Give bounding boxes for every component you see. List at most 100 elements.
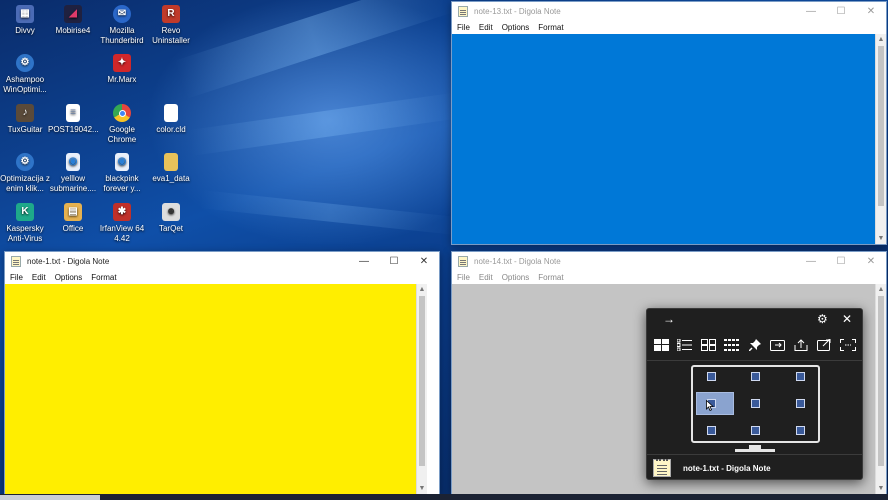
window-titlebar[interactable]: note-1.txt - Digola Note — ☐ ✕ [5, 252, 439, 270]
menu-edit[interactable]: Edit [32, 273, 46, 282]
desktop-icon-post[interactable]: ≡ POST19042... [48, 104, 99, 135]
window-titlebar[interactable]: note-14.txt - Digola Note — ☐ ✕ [452, 252, 886, 270]
grid-cell[interactable] [751, 426, 760, 435]
gear-icon[interactable]: ⚙ [817, 312, 828, 326]
note-text-area[interactable] [5, 284, 418, 494]
grid-layout-icon[interactable] [653, 338, 670, 352]
desktop-icon-colorcld[interactable]: color.cld [146, 104, 196, 135]
desktop-icon-label: Revo Uninstaller [152, 26, 190, 45]
desktop-icon-label: Ashampoo WinOptimi... [3, 75, 47, 94]
revo-uninstaller-icon: R [162, 5, 180, 23]
arrow-right-icon[interactable]: → [663, 312, 675, 326]
panel-divider [647, 360, 862, 361]
menu-edit[interactable]: Edit [479, 23, 493, 32]
chrome-icon [113, 104, 131, 122]
desktop-icon-label: Mr.Marx [107, 75, 137, 84]
file-icon [164, 104, 178, 122]
desktop-icon-irfanview[interactable]: ✱ IrfanView 64 4.42 [97, 203, 147, 244]
vertical-scrollbar[interactable]: ▲ ▼ [875, 284, 886, 494]
menu-options[interactable]: Options [502, 273, 530, 282]
split-layout-icon[interactable] [700, 338, 717, 352]
move-to-monitor-icon[interactable] [769, 338, 786, 352]
desktop-icon-yelllow[interactable]: ◉ yelllow submarine.... [48, 153, 98, 194]
dots-grid-icon[interactable] [723, 338, 740, 352]
close-button[interactable]: ✕ [856, 2, 886, 20]
menu-file[interactable]: File [10, 273, 23, 282]
desktop-icon-tarqet[interactable]: ☻ TarQet [146, 203, 196, 234]
upload-icon[interactable] [793, 338, 810, 352]
scroll-down-arrow[interactable]: ▼ [417, 483, 427, 494]
maximize-button[interactable]: ☐ [379, 252, 409, 270]
scroll-thumb[interactable] [878, 296, 884, 466]
ashampoo-icon: ⚙ [16, 54, 34, 72]
menu-format[interactable]: Format [91, 273, 116, 282]
taskbar-strip [0, 494, 888, 500]
desktop-icon-eva1[interactable]: eva1_data [146, 153, 196, 184]
grid-cell[interactable] [796, 426, 805, 435]
desktop-icon-thunderbird[interactable]: ✉ Mozilla Thunderbird [97, 5, 147, 46]
menu-format[interactable]: Format [538, 273, 563, 282]
window-note-13[interactable]: note-13.txt - Digola Note — ☐ ✕ File Edi… [451, 1, 887, 245]
pin-icon[interactable] [746, 338, 763, 352]
media-file-icon: ◉ [115, 153, 129, 171]
maximize-button[interactable]: ☐ [826, 2, 856, 20]
menu-edit[interactable]: Edit [479, 273, 493, 282]
desktop-icon-kaspersky[interactable]: K Kaspersky Anti-Virus [0, 203, 50, 244]
monitor-base [735, 449, 775, 452]
grid-cell[interactable] [751, 372, 760, 381]
desktop-icon-mrmarx[interactable]: ✦ Mr.Marx [97, 54, 147, 85]
window-titlebar[interactable]: note-13.txt - Digola Note — ☐ ✕ [452, 2, 886, 20]
close-button[interactable]: ✕ [409, 252, 439, 270]
checklist-icon[interactable] [676, 338, 693, 352]
scroll-up-arrow[interactable]: ▲ [876, 284, 886, 295]
desktop-icon-label: Mozilla Thunderbird [100, 26, 144, 45]
menu-file[interactable]: File [457, 273, 470, 282]
close-button[interactable]: ✕ [856, 252, 886, 270]
fullscreen-icon[interactable] [839, 338, 856, 352]
desktop-icon-mobirise[interactable]: ◢ Mobirise4 [48, 5, 98, 36]
desktop-icon-ashampoo[interactable]: ⚙ Ashampoo WinOptimi... [0, 54, 50, 95]
menu-file[interactable]: File [457, 23, 470, 32]
desktop-icon-label: TarQet [158, 224, 183, 233]
grid-cell[interactable] [796, 399, 805, 408]
scroll-down-arrow[interactable]: ▼ [876, 483, 886, 494]
folder-file-icon [164, 153, 178, 171]
maximize-button[interactable]: ☐ [826, 252, 856, 270]
divvy-icon: ▦ [16, 5, 34, 23]
scroll-up-arrow[interactable]: ▲ [417, 284, 427, 295]
window-title: note-1.txt - Digola Note [27, 256, 110, 266]
scroll-thumb[interactable] [878, 46, 884, 206]
desktop-icon-divvy[interactable]: ▦ Divvy [0, 5, 50, 36]
scroll-up-arrow[interactable]: ▲ [876, 34, 886, 45]
grid-cell[interactable] [796, 372, 805, 381]
grid-cell[interactable] [707, 372, 716, 381]
monitor-grid-picker[interactable] [691, 365, 820, 452]
scroll-thumb[interactable] [419, 296, 425, 466]
minimize-button[interactable]: — [796, 252, 826, 270]
window-note-1[interactable]: note-1.txt - Digola Note — ☐ ✕ File Edit… [4, 251, 440, 495]
desktop-icon-label: Mobirise4 [55, 26, 91, 35]
active-window-indicator: note-1.txt - Digola Note [653, 458, 856, 478]
note-text-area[interactable] [452, 34, 875, 244]
digola-note-icon [653, 459, 671, 477]
desktop-icon-chrome[interactable]: Google Chrome [97, 104, 147, 145]
menu-options[interactable]: Options [502, 23, 530, 32]
scroll-down-arrow[interactable]: ▼ [876, 233, 886, 244]
desktop-icon-blackpink[interactable]: ◉ blackpink forever y... [97, 153, 147, 194]
desktop-icon-revo[interactable]: R Revo Uninstaller [146, 5, 196, 46]
mrmarx-icon: ✦ [113, 54, 131, 72]
vertical-scrollbar[interactable]: ▲ ▼ [875, 34, 886, 244]
grid-cell[interactable] [707, 426, 716, 435]
menu-format[interactable]: Format [538, 23, 563, 32]
grid-cell[interactable] [751, 399, 760, 408]
desktop-icon-office[interactable]: ▤ Office [48, 203, 98, 234]
open-external-icon[interactable] [816, 338, 833, 352]
vertical-scrollbar[interactable]: ▲ ▼ [416, 284, 427, 494]
minimize-button[interactable]: — [796, 2, 826, 20]
desktop-icon-label: POST19042... [48, 125, 99, 134]
menu-options[interactable]: Options [55, 273, 83, 282]
desktop-icon-optimizacija[interactable]: ⚙ Optimizacija z enim klik... [0, 153, 50, 194]
minimize-button[interactable]: — [349, 252, 379, 270]
close-icon[interactable]: ✕ [842, 312, 852, 326]
desktop-icon-tuxguitar[interactable]: ♪ TuxGuitar [0, 104, 50, 135]
